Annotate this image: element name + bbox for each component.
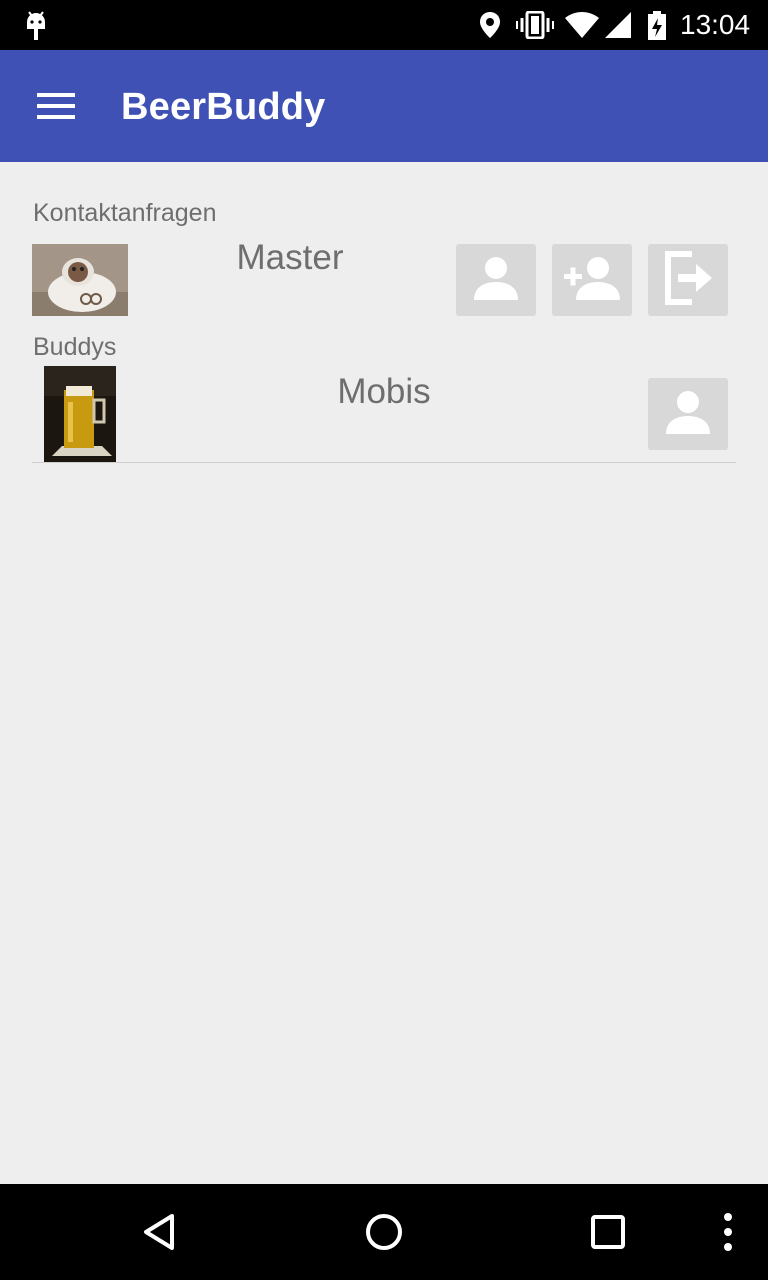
- status-clock: 13:04: [680, 9, 751, 40]
- view-profile-button-mobis[interactable]: [648, 378, 728, 450]
- back-icon[interactable]: [130, 1204, 190, 1260]
- status-bar: 13:04: [0, 0, 768, 50]
- contact-name-mobis[interactable]: Mobis: [264, 372, 504, 412]
- app-bar: BeerBuddy: [0, 50, 768, 162]
- add-person-icon: [560, 256, 624, 305]
- view-profile-button-master[interactable]: [456, 244, 536, 316]
- signal-icon: [604, 11, 632, 44]
- avatar-mobis[interactable]: [44, 366, 116, 462]
- location-icon: [479, 11, 501, 44]
- home-icon[interactable]: [354, 1202, 414, 1262]
- section-header-requests: Kontaktanfragen: [33, 199, 217, 227]
- decline-contact-button-master[interactable]: [648, 244, 728, 316]
- battery-charging-icon: [647, 11, 667, 46]
- list-divider: [32, 462, 736, 463]
- vibrate-icon: [516, 10, 554, 44]
- section-header-buddies: Buddys: [33, 333, 117, 361]
- app-title: BeerBuddy: [121, 86, 326, 128]
- avatar-master[interactable]: [32, 244, 128, 316]
- accept-contact-button-master[interactable]: [552, 244, 632, 316]
- hamburger-menu-icon[interactable]: [24, 78, 88, 134]
- overflow-menu-icon[interactable]: [712, 1208, 744, 1256]
- exit-icon: [660, 250, 716, 311]
- android-debug-icon: [24, 10, 48, 47]
- person-icon: [472, 256, 520, 305]
- system-nav-bar: [0, 1184, 768, 1280]
- wifi-icon: [564, 11, 600, 44]
- person-icon: [664, 390, 712, 439]
- contact-name-master[interactable]: Master: [170, 238, 410, 278]
- recents-icon[interactable]: [578, 1202, 638, 1262]
